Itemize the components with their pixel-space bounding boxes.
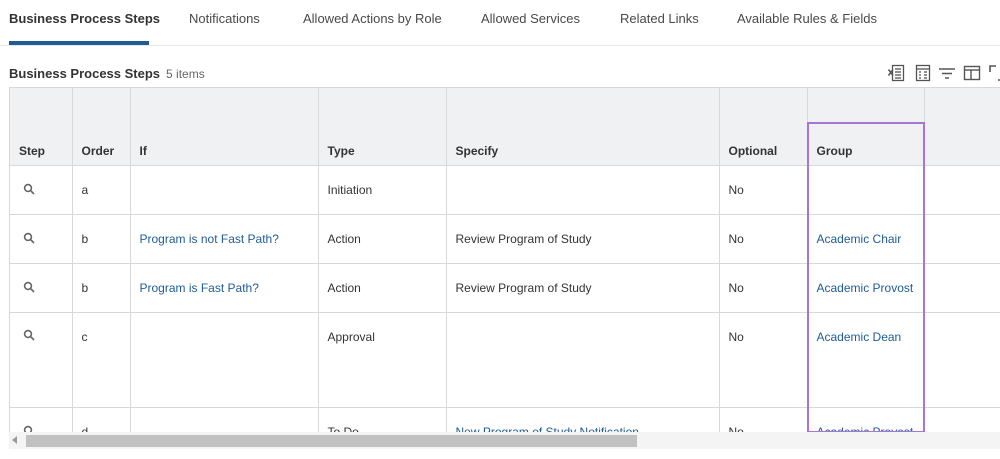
- group-link[interactable]: Academic Provost: [817, 281, 914, 295]
- specify-cell: Review Program of Study: [446, 263, 720, 313]
- header-row: Step Order If Type Specify Optional Grou…: [10, 88, 1000, 166]
- table-row: b Program is not Fast Path? Action Revie…: [10, 214, 1000, 264]
- group-cell: Academic Dean: [807, 312, 925, 408]
- blank-cell: [924, 214, 1000, 264]
- column-header-type[interactable]: Type: [318, 88, 447, 166]
- grid-toolbar: [887, 63, 1000, 83]
- grid-title-label: Business Process Steps: [9, 66, 161, 81]
- magnifier-icon[interactable]: [23, 329, 35, 341]
- if-cell: Program is not Fast Path?: [130, 214, 319, 264]
- column-layout-icon[interactable]: [962, 63, 982, 83]
- item-count: 5 items: [166, 67, 205, 81]
- order-cell: c: [72, 312, 131, 408]
- step-cell: [10, 165, 73, 215]
- type-cell: Action: [318, 214, 447, 264]
- export-to-worksheets-icon[interactable]: [913, 63, 933, 83]
- order-cell: b: [72, 214, 131, 264]
- tab-business-process-steps[interactable]: Business Process Steps: [9, 11, 160, 26]
- blank-cell: [924, 407, 1000, 433]
- group-cell: Academic Provost: [807, 407, 925, 433]
- optional-cell: No: [719, 214, 808, 264]
- specify-cell: [446, 165, 720, 215]
- type-cell: To Do: [318, 407, 447, 433]
- specify-cell: Review Program of Study: [446, 214, 720, 264]
- column-header-optional[interactable]: Optional: [719, 88, 808, 166]
- order-cell: d: [72, 407, 131, 433]
- blank-cell: [924, 263, 1000, 313]
- table-row: a Initiation No: [10, 165, 1000, 215]
- magnifier-icon[interactable]: [23, 232, 35, 244]
- column-header-specify[interactable]: Specify: [446, 88, 720, 166]
- if-cell: [130, 407, 319, 433]
- column-header-group[interactable]: Group: [807, 88, 925, 166]
- specify-cell: [446, 312, 720, 408]
- type-cell: Approval: [318, 312, 447, 408]
- table-row: d To Do New Program of Study Notificatio…: [10, 407, 1000, 433]
- group-link[interactable]: Academic Chair: [817, 232, 902, 246]
- column-header-step[interactable]: Step: [10, 88, 73, 166]
- optional-cell: No: [719, 263, 808, 313]
- grid-title: Business Process Steps 5 items: [9, 66, 205, 81]
- optional-cell: No: [719, 312, 808, 408]
- optional-cell: No: [719, 407, 808, 433]
- tab-allowed-actions-by-role[interactable]: Allowed Actions by Role: [303, 11, 442, 26]
- column-header-blank: [924, 88, 1000, 166]
- steps-table: Step Order If Type Specify Optional Grou…: [10, 88, 1000, 433]
- tab-allowed-services[interactable]: Allowed Services: [481, 11, 580, 26]
- order-cell: a: [72, 165, 131, 215]
- type-cell: Action: [318, 263, 447, 313]
- magnifier-icon[interactable]: [23, 281, 35, 293]
- condition-link[interactable]: Program is Fast Path?: [140, 281, 259, 295]
- group-cell: Academic Chair: [807, 214, 925, 264]
- horizontal-scrollbar[interactable]: [9, 432, 1000, 449]
- column-header-if[interactable]: If: [130, 88, 319, 166]
- optional-cell: No: [719, 165, 808, 215]
- scroll-left-icon[interactable]: [12, 436, 17, 444]
- group-link[interactable]: Academic Dean: [817, 330, 902, 344]
- tab-notifications[interactable]: Notifications: [189, 11, 260, 26]
- step-cell: [10, 312, 73, 408]
- tab-related-links[interactable]: Related Links: [620, 11, 699, 26]
- type-cell: Initiation: [318, 165, 447, 215]
- table-row: b Program is Fast Path? Action Review Pr…: [10, 263, 1000, 313]
- fullscreen-icon[interactable]: [987, 63, 1000, 83]
- tab-bar: Business Process Steps Notifications All…: [0, 0, 1000, 46]
- order-cell: b: [72, 263, 131, 313]
- if-cell: Program is Fast Path?: [130, 263, 319, 313]
- table-row: c Approval No Academic Dean: [10, 312, 1000, 408]
- if-cell: [130, 165, 319, 215]
- column-header-order[interactable]: Order: [72, 88, 131, 166]
- condition-link[interactable]: Program is not Fast Path?: [140, 232, 279, 246]
- tab-available-rules-and-fields[interactable]: Available Rules & Fields: [737, 11, 877, 26]
- group-cell: Academic Provost: [807, 263, 925, 313]
- business-process-steps-grid: Step Order If Type Specify Optional Grou…: [9, 87, 1000, 433]
- step-cell: [10, 214, 73, 264]
- scrollbar-thumb[interactable]: [26, 435, 637, 447]
- step-cell: [10, 263, 73, 313]
- specify-cell: New Program of Study Notification: [446, 407, 720, 433]
- active-tab-indicator: [9, 41, 149, 45]
- blank-cell: [924, 312, 1000, 408]
- step-cell: [10, 407, 73, 433]
- filter-icon[interactable]: [937, 63, 957, 83]
- if-cell: [130, 312, 319, 408]
- blank-cell: [924, 165, 1000, 215]
- magnifier-icon[interactable]: [23, 183, 35, 195]
- group-cell: [807, 165, 925, 215]
- export-to-excel-icon[interactable]: [887, 63, 907, 83]
